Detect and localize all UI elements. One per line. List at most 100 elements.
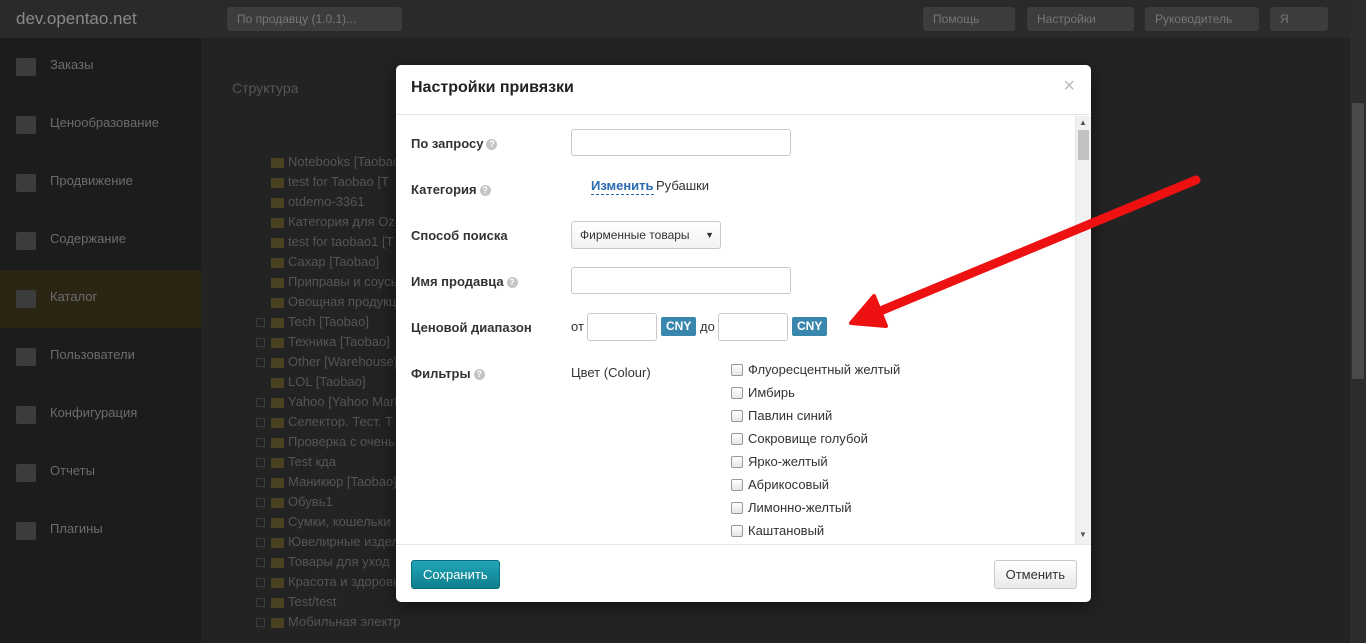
filter-option[interactable]: Имбирь (731, 383, 795, 403)
filter-option[interactable]: Сокровище голубой (731, 429, 868, 449)
tree-item[interactable]: Приправы и соусы (256, 272, 401, 292)
filter-option[interactable]: Павлин синий (731, 406, 832, 426)
tree-item[interactable]: test for taobao1 [T (256, 232, 401, 252)
category-label: Категория? (411, 182, 491, 197)
expand-icon[interactable] (256, 538, 265, 548)
tree-item-label: Notebooks [Taobao] (288, 154, 401, 169)
cancel-button[interactable]: Отменить (993, 560, 1077, 589)
sidebar-item-promotion[interactable]: Продвижение (0, 154, 201, 212)
filter-option[interactable]: Флуоресцентный желтый (731, 360, 900, 380)
expand-icon[interactable] (256, 358, 265, 368)
scroll-up-icon[interactable]: ▲ (1079, 118, 1087, 127)
price-to-input[interactable] (718, 313, 788, 341)
expand-icon[interactable] (256, 578, 265, 588)
category-change-link[interactable]: Изменить (591, 178, 654, 195)
tree-item[interactable]: test for Taobao [T (256, 172, 401, 192)
sidebar-item-configuration[interactable]: Конфигурация (0, 386, 201, 444)
tree-item[interactable]: Yahoo [Yahoo Market] (256, 392, 401, 412)
top-button-settings[interactable]: Настройки (1027, 7, 1134, 31)
tree-item[interactable]: LOL [Taobao] (256, 372, 401, 392)
scroll-down-icon[interactable]: ▼ (1079, 530, 1087, 539)
sidebar-item-pricing[interactable]: Ценообразование (0, 96, 201, 154)
tree-item[interactable]: Сахар [Taobao] (256, 252, 401, 272)
brand-logo[interactable]: dev.opentao.net (16, 9, 137, 29)
sidebar-item-catalog[interactable]: Каталог (0, 270, 201, 328)
top-button-seller[interactable]: По продавцу (1.0.1)... (227, 7, 402, 31)
checkbox[interactable] (731, 363, 743, 376)
sidebar-item-orders[interactable]: Заказы (0, 38, 201, 96)
sidebar-item-reports[interactable]: Отчеты (0, 444, 201, 502)
seller-label-text: Имя продавца (411, 274, 504, 289)
expand-icon[interactable] (256, 478, 265, 488)
tree-item[interactable]: Tech [Taobao] (256, 312, 401, 332)
tree-item[interactable]: Товары для уход (256, 552, 401, 572)
tree-item[interactable]: Test кда (256, 452, 401, 472)
expand-icon[interactable] (256, 318, 265, 328)
save-button[interactable]: Сохранить (411, 560, 500, 589)
top-button-help[interactable]: Помощь (923, 7, 1015, 31)
folder-icon (271, 617, 284, 628)
filter-option[interactable]: Абрикосовый (731, 475, 829, 495)
tree-item[interactable]: Селектор. Тест. T (256, 412, 401, 432)
query-input[interactable] (571, 129, 791, 156)
tree-item[interactable]: Красота и здоровье (256, 572, 401, 592)
expand-icon[interactable] (256, 438, 265, 448)
tree-item[interactable]: Обувь1 (256, 492, 401, 512)
expand-icon[interactable] (256, 418, 265, 428)
top-button-me[interactable]: Я (1270, 7, 1328, 31)
checkbox[interactable] (731, 386, 743, 399)
checkbox[interactable] (731, 524, 743, 537)
sidebar-item-label: Плагины (50, 521, 103, 536)
page-scrollbar-thumb[interactable] (1352, 103, 1364, 379)
sidebar-item-users[interactable]: Пользователи (0, 328, 201, 386)
folder-icon (271, 377, 284, 388)
modal-body: По запросу? Категория? Изменить Рубашки … (396, 116, 1091, 544)
price-from-input[interactable] (587, 313, 657, 341)
tree-item[interactable]: Категория для Ozon (256, 212, 401, 232)
tree-item[interactable]: Сумки, кошельки (256, 512, 401, 532)
tree-item[interactable]: Test/test (256, 592, 401, 612)
tree-item[interactable]: Проверка с очень (256, 432, 401, 452)
dollar-icon (16, 116, 36, 134)
checkbox[interactable] (731, 455, 743, 468)
expand-icon[interactable] (256, 398, 265, 408)
tree-item[interactable]: Ювелирные изделия (256, 532, 401, 552)
sidebar-item-label: Содержание (50, 231, 126, 246)
expand-icon[interactable] (256, 618, 265, 628)
modal-body-scrollbar[interactable]: ▲ ▼ (1075, 116, 1091, 544)
close-icon[interactable]: × (1063, 76, 1075, 96)
expand-icon[interactable] (256, 598, 265, 608)
tree-item[interactable]: Маникюр [Taobao] (256, 472, 401, 492)
expand-icon[interactable] (256, 458, 265, 468)
sidebar-item-plugins[interactable]: Плагины (0, 502, 201, 560)
tree-item[interactable]: Овощная продукция (256, 292, 401, 312)
expand-icon[interactable] (256, 338, 265, 348)
tree-item[interactable]: Техника [Taobao] (256, 332, 401, 352)
modal-body-scrollbar-thumb[interactable] (1078, 130, 1089, 160)
search-method-select[interactable]: Фирменные товары ▼ (571, 221, 721, 249)
expand-icon[interactable] (256, 558, 265, 568)
help-icon[interactable]: ? (486, 139, 498, 151)
top-button-user[interactable]: Руководитель (1145, 7, 1259, 31)
tree-item[interactable]: Other [Warehouse] (256, 352, 401, 372)
filter-option[interactable]: Ярко-желтый (731, 452, 828, 472)
checkbox[interactable] (731, 478, 743, 491)
currency-badge-from: CNY (661, 317, 697, 336)
help-icon[interactable]: ? (506, 277, 518, 289)
filter-option[interactable]: Лимонно-желтый (731, 498, 852, 518)
seller-input[interactable] (571, 267, 791, 294)
sidebar-item-content[interactable]: Содержание (0, 212, 201, 270)
tree-item[interactable]: otdemo-3361 (256, 192, 401, 212)
expand-icon[interactable] (256, 498, 265, 508)
help-icon[interactable]: ? (479, 185, 491, 197)
tree-item[interactable]: Мобильная электроника (256, 612, 401, 632)
checkbox[interactable] (731, 432, 743, 445)
filter-option[interactable]: Каштановый (731, 521, 824, 541)
help-icon[interactable]: ? (473, 369, 485, 381)
tree-item[interactable]: Notebooks [Taobao] (256, 152, 401, 172)
currency-badge-to: CNY (792, 317, 828, 336)
expand-icon[interactable] (256, 518, 265, 528)
checkbox[interactable] (731, 409, 743, 422)
checkbox[interactable] (731, 501, 743, 514)
tree-item-label: test for taobao1 [T (288, 234, 394, 249)
